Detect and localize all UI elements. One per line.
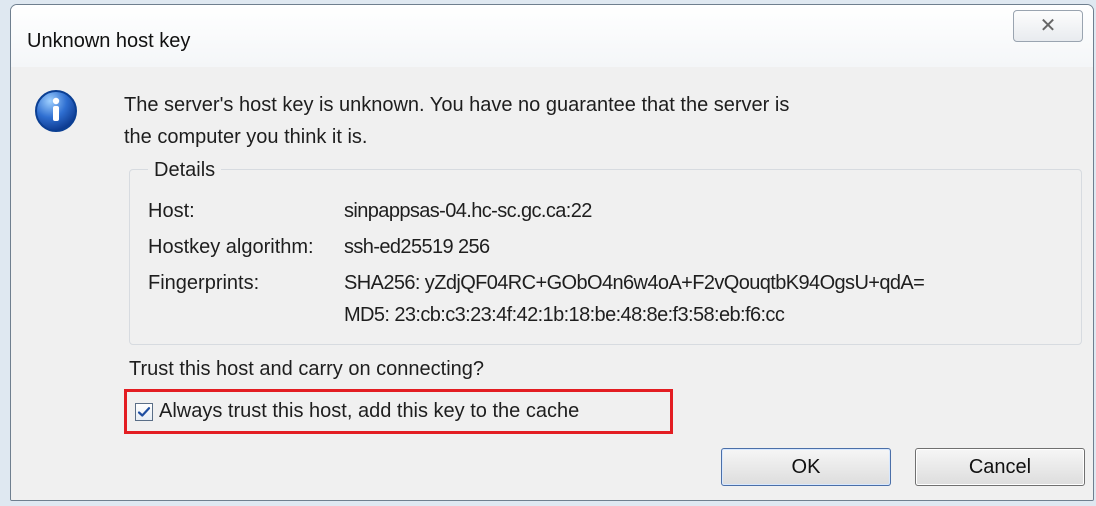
- warning-message: The server's host key is unknown. You ha…: [124, 89, 1004, 153]
- warning-message-line-1: The server's host key is unknown. You ha…: [124, 94, 790, 116]
- always-trust-checkbox[interactable]: [135, 402, 153, 421]
- hostkey-algorithm-value: ssh-ed25519 256: [344, 236, 490, 258]
- window-title: Unknown host key: [27, 30, 191, 52]
- hostkey-algorithm-label: Hostkey algorithm:: [148, 236, 314, 258]
- fingerprint-sha256-value: SHA256: yZdjQF04RC+GObO4n6w4oA+F2vQouqtb…: [344, 272, 925, 294]
- details-title: Details: [148, 154, 222, 186]
- close-button[interactable]: ✕: [1013, 10, 1083, 42]
- titlebar: Unknown host key ✕: [11, 5, 1093, 68]
- host-label: Host:: [148, 200, 195, 222]
- close-icon: ✕: [1039, 15, 1057, 37]
- trust-question: Trust this host and carry on connecting?: [129, 358, 484, 380]
- fingerprints-label: Fingerprints:: [148, 272, 260, 294]
- details-groupbox: Details Host: sinpappsas-04.hc-sc.gc.ca:…: [129, 154, 1082, 345]
- checkmark-icon: [137, 406, 151, 417]
- unknown-host-key-dialog: Unknown host key ✕ The server's host key…: [10, 4, 1094, 501]
- host-value: sinpappsas-04.hc-sc.gc.ca:22: [344, 200, 592, 222]
- warning-message-line-2: the computer you think it is.: [124, 126, 368, 148]
- fingerprint-md5-value: MD5: 23:cb:c3:23:4f:42:1b:18:be:48:8e:f3…: [344, 304, 785, 326]
- always-trust-checkbox-row[interactable]: Always trust this host, add this key to …: [124, 389, 673, 434]
- always-trust-label: Always trust this host, add this key to …: [159, 400, 580, 422]
- ok-button[interactable]: OK: [721, 448, 891, 486]
- cancel-button[interactable]: Cancel: [915, 448, 1085, 486]
- info-icon: [35, 90, 77, 132]
